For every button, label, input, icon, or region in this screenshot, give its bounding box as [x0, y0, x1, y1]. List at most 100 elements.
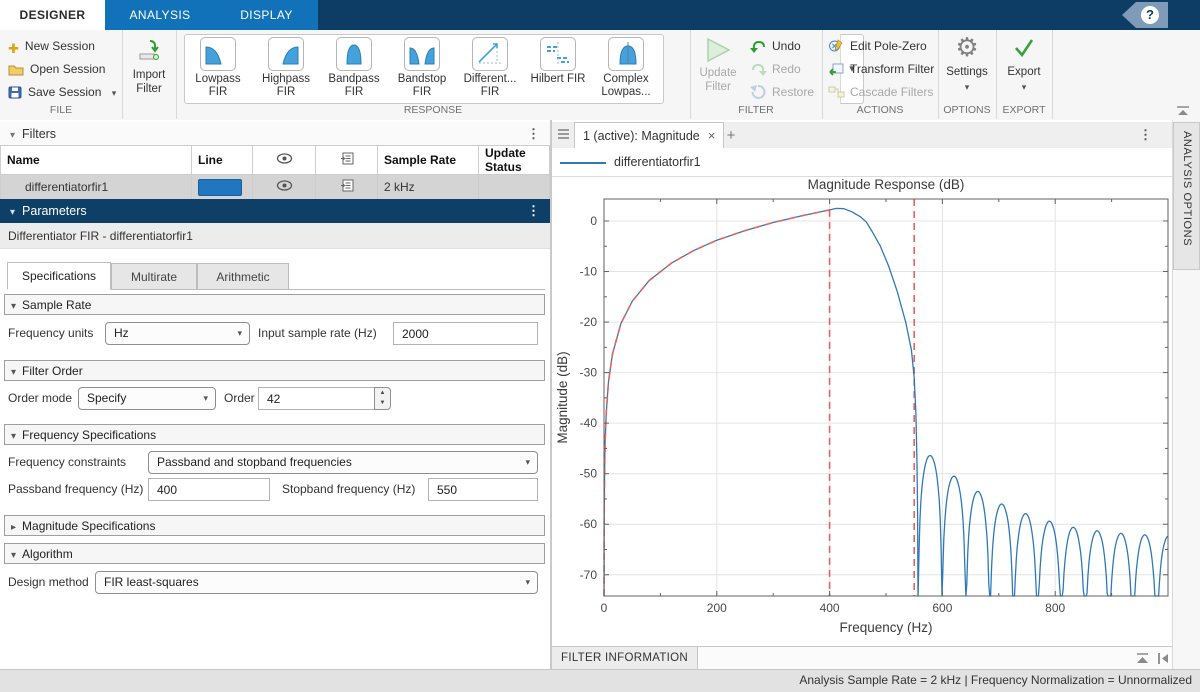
tab-multirate[interactable]: Multirate — [111, 263, 197, 290]
bandpass-icon — [336, 37, 372, 71]
cascade-filters-icon — [828, 84, 845, 99]
stepper-up-icon[interactable]: ▲ — [375, 388, 390, 398]
filter-information-tab[interactable]: FILTER INFORMATION — [552, 647, 698, 670]
transform-filter-button[interactable]: Transform Filter — [828, 59, 934, 80]
passband-frequency-field[interactable] — [148, 478, 270, 501]
sample-rate-cell: 2 kHz — [378, 175, 479, 200]
design-method-label: Design method — [8, 570, 89, 594]
visibility-cell[interactable] — [253, 175, 316, 200]
bandstop-fir-button[interactable]: BandstopFIR — [389, 37, 455, 101]
col-visibility — [253, 146, 316, 175]
edit-pole-zero-button[interactable]: Edit Pole-Zero — [828, 36, 927, 57]
highpass-icon — [268, 37, 304, 71]
filters-table: Name Line Sample Rate Update Status diff… — [0, 145, 550, 200]
ribbon-section-actions: Edit Pole-Zero Transform Filter Cascade … — [822, 30, 939, 119]
undo-button[interactable]: Undo — [750, 36, 801, 57]
filter-info-icon — [340, 179, 354, 192]
add-plot-tab-button[interactable]: + — [720, 126, 742, 146]
restore-icon — [750, 84, 767, 99]
plot-menu-button[interactable]: ⋮ — [1139, 122, 1152, 148]
expand-info-panel-icon[interactable] — [1135, 652, 1150, 665]
magnitude-response-chart[interactable]: 02004006008000-10-20-30-40-50-60-70Magni… — [552, 176, 1172, 646]
tab-designer[interactable]: DESIGNER — [0, 0, 105, 30]
parameters-collapse-icon[interactable]: ▾ — [10, 207, 15, 218]
filters-panel-header[interactable]: ▾Filters ⋮ — [0, 122, 550, 147]
export-caret-icon[interactable]: ▾ — [996, 82, 1052, 93]
bandstop-icon — [404, 37, 440, 71]
filters-collapse-icon[interactable]: ▾ — [10, 130, 15, 141]
design-method-dropdown[interactable]: FIR least-squares▾ — [95, 571, 538, 594]
settings-gear-icon: ⚙ — [938, 32, 996, 63]
section-algorithm[interactable]: ▾Algorithm — [4, 543, 545, 564]
order-mode-dropdown[interactable]: Specify▾ — [78, 387, 216, 410]
svg-text:0: 0 — [590, 214, 597, 228]
save-caret-icon[interactable]: ▾ — [112, 88, 117, 98]
restore-button[interactable]: Restore — [750, 82, 814, 103]
settings-button[interactable]: Settings — [938, 66, 996, 78]
highpass-fir-button[interactable]: HighpassFIR — [253, 37, 319, 101]
complex-lowpass-fir-button[interactable]: ComplexLowpas... — [593, 37, 659, 101]
col-line: Line — [192, 146, 253, 175]
svg-text:Magnitude Response (dB): Magnitude Response (dB) — [808, 177, 965, 192]
tab-specifications[interactable]: Specifications — [7, 262, 111, 290]
import-filter-button[interactable]: Import Filter — [122, 68, 176, 96]
bandpass-fir-button[interactable]: BandpassFIR — [321, 37, 387, 101]
plot-tab-magnitude[interactable]: 1 (active): Magnitude× — [574, 122, 724, 149]
open-session-button[interactable]: Open Session — [8, 59, 105, 79]
filter-description: Differentiator FIR - differentiatorfir1 — [0, 223, 550, 249]
section-magnitude-specs[interactable]: ▸Magnitude Specifications — [4, 515, 545, 536]
section-frequency-specs[interactable]: ▾Frequency Specifications — [4, 424, 545, 445]
line-color-swatch[interactable] — [198, 179, 242, 196]
collapse-panel-left-icon[interactable] — [1156, 652, 1170, 665]
plot-tab-bar: 1 (active): Magnitude× + ⋮ — [552, 122, 1172, 149]
collapse-ribbon-button[interactable] — [1174, 104, 1192, 118]
tab-display-options[interactable]: DISPLAY OPTIONS — [215, 0, 318, 30]
section-sample-rate[interactable]: ▾Sample Rate — [4, 294, 545, 315]
passband-frequency-label: Passband frequency (Hz) — [8, 477, 143, 501]
analysis-options-tab[interactable]: ANALYSIS OPTIONS — [1173, 122, 1200, 270]
table-row[interactable]: differentiatorfir1 2 kHz — [1, 175, 550, 200]
tab-arithmetic[interactable]: Arithmetic — [197, 263, 289, 290]
right-strip: ANALYSIS OPTIONS — [1172, 120, 1200, 669]
svg-text:-60: -60 — [580, 517, 598, 531]
filters-menu-button[interactable]: ⋮ — [527, 122, 540, 146]
section-filter-order[interactable]: ▾Filter Order — [4, 360, 545, 381]
drag-grip-icon[interactable] — [558, 129, 569, 141]
differentiator-fir-button[interactable]: Different...FIR — [457, 37, 523, 101]
hilbert-fir-button[interactable]: Hilbert FIR — [525, 37, 591, 101]
file-section-label: FILE — [0, 104, 122, 116]
redo-button[interactable]: Redo — [750, 59, 801, 80]
export-check-icon — [1013, 38, 1035, 63]
svg-text:Magnitude (dB): Magnitude (dB) — [555, 351, 570, 443]
tab-analysis[interactable]: ANALYSIS — [105, 0, 215, 30]
ribbon-section-export: Export ▾ EXPORT — [996, 30, 1053, 119]
settings-caret-icon[interactable]: ▾ — [938, 82, 996, 93]
parameters-menu-button[interactable]: ⋮ — [527, 199, 540, 223]
cascade-filters-button[interactable]: Cascade Filters — [828, 82, 933, 103]
close-tab-icon[interactable]: × — [708, 128, 716, 143]
filter-name-cell[interactable]: differentiatorfir1 — [1, 175, 192, 200]
order-stepper[interactable]: ▲ ▼ — [374, 387, 391, 410]
legend-label[interactable]: differentiatorfir1 — [614, 148, 701, 176]
plot-legend: differentiatorfir1 — [552, 148, 1172, 177]
save-session-button[interactable]: Save Session ▾ — [8, 82, 116, 102]
legend-line-sample — [560, 162, 606, 164]
stopband-frequency-field[interactable] — [428, 478, 538, 501]
svg-text:-20: -20 — [580, 315, 598, 329]
frequency-units-dropdown[interactable]: Hz▾ — [105, 322, 250, 345]
update-filter-button[interactable]: Update Filter — [690, 66, 746, 94]
dropdown-caret-icon: ▾ — [525, 572, 530, 593]
ribbon-section-import: Import Filter — [122, 30, 177, 119]
frequency-constraints-dropdown[interactable]: Passband and stopband frequencies▾ — [148, 451, 538, 474]
line-color-cell[interactable] — [192, 175, 253, 200]
input-sample-rate-field[interactable] — [393, 322, 538, 345]
frequency-constraints-label: Frequency constraints — [8, 450, 126, 474]
export-button[interactable]: Export — [996, 66, 1052, 78]
new-session-button[interactable]: ✚New Session — [8, 36, 95, 56]
help-button[interactable]: ? — [1122, 2, 1168, 28]
info-cell[interactable] — [316, 175, 378, 200]
stepper-down-icon[interactable]: ▼ — [375, 398, 390, 408]
parameters-panel-header[interactable]: ▾Parameters ⋮ — [0, 199, 550, 223]
lowpass-fir-button[interactable]: LowpassFIR — [185, 37, 251, 101]
order-field[interactable] — [258, 387, 375, 410]
